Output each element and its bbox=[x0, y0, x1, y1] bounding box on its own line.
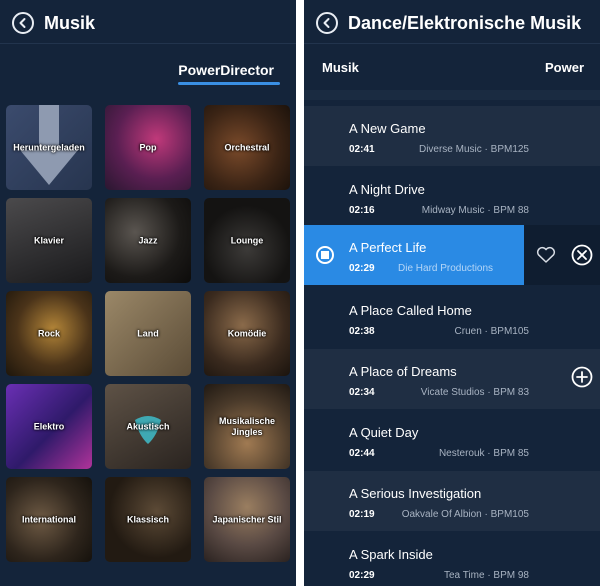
track-duration: 02:38 bbox=[349, 326, 375, 337]
category-tile-country[interactable]: Land bbox=[105, 291, 191, 376]
track-title: A Place Called Home bbox=[349, 303, 472, 318]
category-label: Elektro bbox=[33, 421, 65, 431]
track-row[interactable]: A Place of Dreams 02:34 Vicate Studios ·… bbox=[304, 349, 600, 409]
chevron-left-icon bbox=[323, 18, 330, 28]
back-button[interactable] bbox=[12, 12, 34, 34]
track-artist-bpm: Midway Music · BPM 88 bbox=[421, 205, 529, 216]
close-circle-icon[interactable] bbox=[571, 244, 593, 266]
heart-icon[interactable] bbox=[536, 246, 556, 264]
header: Dance/Elektronische Musik bbox=[304, 0, 600, 44]
tab-powerdirector[interactable]: PowerDirector bbox=[178, 62, 274, 78]
category-label: Jazz bbox=[138, 235, 158, 245]
chevron-left-icon bbox=[19, 18, 26, 28]
track-duration: 02:16 bbox=[349, 205, 375, 216]
track-title: A Place of Dreams bbox=[349, 364, 457, 379]
category-tile-piano[interactable]: Klavier bbox=[6, 198, 92, 283]
category-label: Komödie bbox=[227, 328, 267, 338]
category-label: Klavier bbox=[33, 235, 65, 245]
track-row[interactable]: A Serious Investigation 02:19 Oakvale Of… bbox=[304, 471, 600, 531]
track-row[interactable]: A Quiet Day 02:44 Nesterouk · BPM 85 bbox=[304, 410, 600, 470]
category-label: Orchestral bbox=[224, 142, 270, 152]
track-actions bbox=[524, 225, 600, 285]
track-title: A Quiet Day bbox=[349, 425, 419, 440]
category-tile-classical[interactable]: Klassisch bbox=[105, 477, 191, 562]
category-tile-electro[interactable]: Elektro bbox=[6, 384, 92, 469]
track-duration: 02:29 bbox=[349, 570, 375, 581]
track-artist-bpm: Cruen · BPM105 bbox=[454, 326, 529, 337]
category-tile-rock[interactable]: Rock bbox=[6, 291, 92, 376]
category-label: Japanischer Stil bbox=[212, 514, 282, 524]
category-tile-orchestral[interactable]: Orchestral bbox=[204, 105, 290, 190]
track-row[interactable]: A Spark Inside 02:29 Tea Time · BPM 98 bbox=[304, 532, 600, 586]
track-title: A Perfect Life bbox=[349, 240, 427, 255]
page-title: Dance/Elektronische Musik bbox=[348, 13, 582, 33]
track-row[interactable]: A Night Drive 02:16 Midway Music · BPM 8… bbox=[304, 167, 600, 227]
track-duration: 02:41 bbox=[349, 144, 375, 155]
track-duration: 02:44 bbox=[349, 448, 375, 459]
category-label: International bbox=[21, 514, 76, 524]
category-tile-lounge[interactable]: Lounge bbox=[204, 198, 290, 283]
category-tile-jazz[interactable]: Jazz bbox=[105, 198, 191, 283]
category-label: Rock bbox=[37, 328, 60, 338]
track-artist-bpm: Diverse Music · BPM125 bbox=[418, 144, 529, 155]
track-title: A New Game bbox=[349, 121, 426, 136]
stop-icon[interactable] bbox=[316, 246, 334, 264]
track-duration: 02:29 bbox=[349, 263, 375, 274]
category-tile-japanese[interactable]: Japanischer Stil bbox=[204, 477, 290, 562]
track-artist-bpm: Vicate Studios · BPM 83 bbox=[420, 387, 529, 398]
track-artist-bpm: Tea Time · BPM 98 bbox=[443, 570, 529, 581]
track-row[interactable]: A Place Called Home 02:38 Cruen · BPM105 bbox=[304, 288, 600, 348]
category-label: Pop bbox=[139, 142, 157, 152]
category-label: Akustisch bbox=[126, 421, 170, 431]
track-title: A Spark Inside bbox=[349, 547, 433, 562]
track-duration: 02:34 bbox=[349, 387, 375, 398]
track-row-playing[interactable]: A Perfect Life 02:29 Die Hard Production… bbox=[304, 225, 524, 285]
track-duration: 02:19 bbox=[349, 509, 375, 520]
tab-active-indicator bbox=[178, 82, 280, 85]
back-button[interactable] bbox=[316, 12, 338, 34]
category-tile-acoustic[interactable]: Akustisch bbox=[105, 384, 191, 469]
category-label: Klassisch bbox=[126, 514, 170, 524]
track-artist-bpm: Oakvale Of Albion · BPM105 bbox=[401, 509, 529, 520]
category-tile-international[interactable]: International bbox=[6, 477, 92, 562]
track-title: A Night Drive bbox=[349, 182, 425, 197]
track-title: A Serious Investigation bbox=[349, 486, 482, 501]
category-tile-downloaded[interactable]: Heruntergeladen bbox=[6, 105, 92, 190]
header: Musik bbox=[0, 0, 296, 44]
category-label: Lounge bbox=[230, 235, 264, 245]
music-library-panel: Musik PowerDirector Heruntergeladen Pop … bbox=[0, 0, 296, 586]
category-label: Musikalische Jingles bbox=[218, 415, 276, 437]
category-label: Heruntergeladen bbox=[13, 142, 85, 152]
breadcrumb-musik[interactable]: Musik bbox=[322, 60, 359, 75]
track-artist-bpm: Nesterouk · BPM 85 bbox=[438, 448, 529, 459]
track-list-panel: Dance/Elektronische Musik Musik Power A … bbox=[304, 0, 600, 586]
divider bbox=[304, 90, 600, 100]
page-title: Musik bbox=[44, 13, 96, 33]
category-tile-jingles[interactable]: Musikalische Jingles bbox=[204, 384, 290, 469]
category-tile-comedy[interactable]: Komödie bbox=[204, 291, 290, 376]
tab-power[interactable]: Power bbox=[545, 60, 584, 75]
add-circle-icon[interactable] bbox=[571, 366, 593, 388]
track-artist: Die Hard Productions bbox=[398, 263, 494, 274]
category-tile-pop[interactable]: Pop bbox=[105, 105, 191, 190]
track-row[interactable]: A New Game 02:41 Diverse Music · BPM125 bbox=[304, 106, 600, 166]
category-label: Land bbox=[137, 328, 159, 338]
